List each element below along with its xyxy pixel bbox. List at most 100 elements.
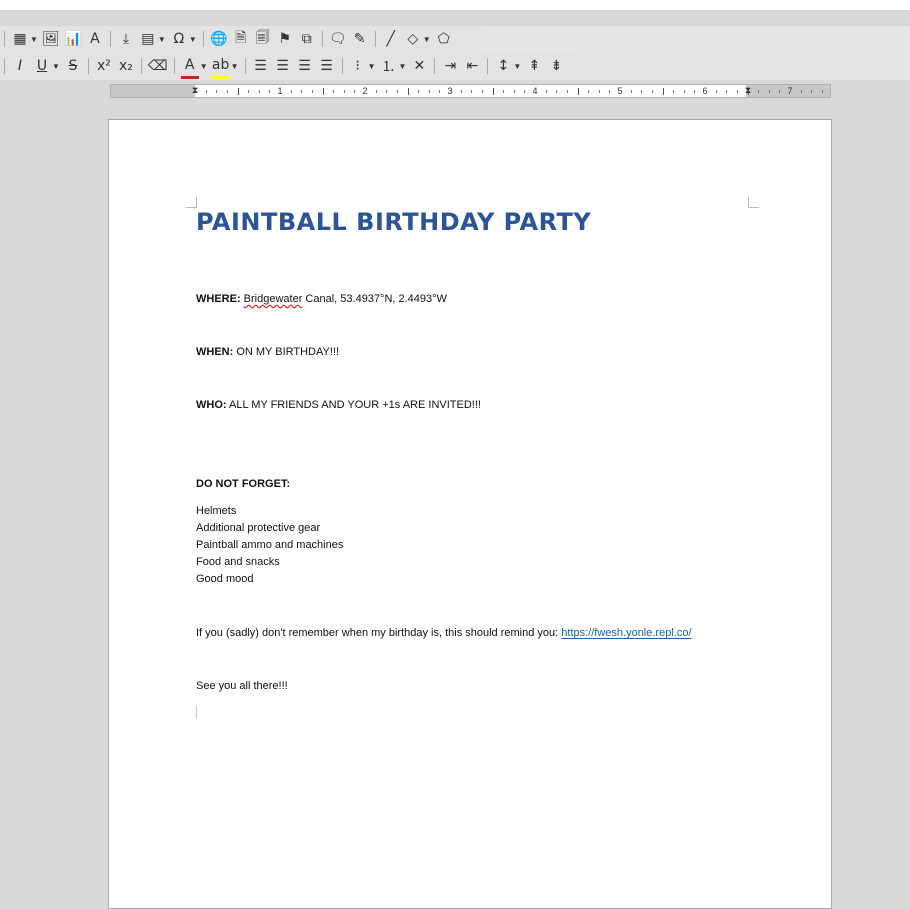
italic-icon[interactable]: I bbox=[11, 55, 29, 77]
ruler-number: 7 bbox=[787, 86, 793, 96]
text-cursor bbox=[196, 706, 197, 719]
indent-marker-left-icon[interactable]: ⧗ bbox=[192, 85, 198, 96]
ruler-tick bbox=[311, 90, 313, 93]
toolbar-separator bbox=[244, 58, 246, 74]
birthday-link[interactable]: https://fwesh.yonle.repl.co/ bbox=[561, 627, 691, 639]
increase-indent-icon[interactable]: ⇥ bbox=[441, 55, 459, 77]
closing-line: See you all there!!! bbox=[196, 680, 288, 692]
list-item: Additional protective gear bbox=[196, 522, 321, 534]
toolbar-separator bbox=[173, 58, 175, 74]
ruler-number: 2 bbox=[362, 86, 368, 96]
ruler-tick bbox=[577, 88, 579, 95]
ruler-tick bbox=[566, 90, 568, 93]
dropdown-arrow-icon[interactable]: ▼ bbox=[513, 62, 521, 71]
justify-icon[interactable]: ☰ bbox=[318, 55, 336, 77]
special-character-icon[interactable]: Ω bbox=[170, 28, 188, 50]
superscript-icon[interactable]: x² bbox=[95, 55, 113, 77]
ruler-tick bbox=[248, 90, 250, 93]
dropdown-arrow-icon[interactable]: ▼ bbox=[423, 35, 431, 44]
basic-shapes-icon[interactable]: ◇ bbox=[404, 28, 422, 50]
dropdown-arrow-icon[interactable]: ▼ bbox=[52, 62, 60, 71]
horizontal-ruler[interactable]: 1 2 3 4 5 6 7 ⧗ ⧗ bbox=[110, 84, 831, 98]
insert-image-icon[interactable]: 🖼 bbox=[42, 28, 60, 50]
ruler-number: 6 bbox=[702, 86, 708, 96]
draw-functions-icon[interactable]: ⬠ bbox=[435, 28, 453, 50]
ruler-tick bbox=[683, 90, 685, 93]
ruler-tick bbox=[333, 90, 335, 93]
footnote-icon[interactable]: 🗎 bbox=[232, 28, 250, 50]
dropdown-arrow-icon[interactable]: ▼ bbox=[158, 35, 166, 44]
insert-table-icon[interactable]: ▦ bbox=[11, 28, 29, 50]
dropdown-arrow-icon[interactable]: ▼ bbox=[30, 35, 38, 44]
dropdown-arrow-icon[interactable]: ▼ bbox=[189, 35, 197, 44]
decrease-indent-icon[interactable]: ⇤ bbox=[463, 55, 481, 77]
forget-heading: DO NOT FORGET: bbox=[196, 478, 290, 490]
ruler-tick bbox=[598, 90, 600, 93]
ruler-tick bbox=[821, 90, 823, 93]
ruler-tick bbox=[269, 90, 271, 93]
ruler-tick bbox=[758, 90, 760, 93]
text-boundary-corner-left bbox=[186, 197, 197, 208]
ruler-tick bbox=[301, 90, 303, 93]
align-left-icon[interactable]: ☰ bbox=[252, 55, 270, 77]
ruler-tick bbox=[290, 90, 292, 93]
toolbar-separator bbox=[321, 31, 323, 47]
ruler-tick bbox=[630, 90, 632, 93]
ruler-tick bbox=[662, 88, 664, 95]
list-item: Good mood bbox=[196, 573, 254, 585]
underline-icon[interactable]: U bbox=[33, 55, 51, 77]
where-location-rest: Canal, 53.4937°N, 2.4493°W bbox=[302, 293, 447, 305]
who-value: ALL MY FRIENDS AND YOUR +1s ARE INVITED!… bbox=[226, 399, 481, 411]
track-changes-icon[interactable]: ✎ bbox=[351, 28, 369, 50]
ruler-tick bbox=[418, 90, 420, 93]
insert-field-icon[interactable]: ▤ bbox=[139, 28, 157, 50]
dropdown-arrow-icon[interactable]: ▼ bbox=[398, 62, 406, 71]
indent-marker-right-icon[interactable]: ⧗ bbox=[745, 85, 751, 96]
ruler-tick bbox=[768, 90, 770, 93]
ruler-tick bbox=[811, 90, 813, 93]
dropdown-arrow-icon[interactable]: ▼ bbox=[368, 62, 376, 71]
document-page[interactable]: PAINTBALL BIRTHDAY PARTY WHERE: Bridgewa… bbox=[108, 119, 832, 909]
align-right-icon[interactable]: ☰ bbox=[296, 55, 314, 77]
hyperlink-icon[interactable]: 🌐 bbox=[210, 28, 228, 50]
paragraph-spacing-increase-icon[interactable]: ⇞ bbox=[525, 55, 543, 77]
ruler-tick bbox=[726, 90, 728, 93]
strikethrough-icon[interactable]: S bbox=[64, 55, 82, 77]
dropdown-arrow-icon[interactable]: ▼ bbox=[231, 62, 239, 71]
ruler-tick bbox=[800, 90, 802, 93]
subscript-icon[interactable]: x₂ bbox=[117, 55, 135, 77]
comment-icon[interactable]: 🗨 bbox=[329, 28, 347, 50]
endnote-icon[interactable]: 🗐 bbox=[254, 28, 272, 50]
ruler-tick bbox=[694, 90, 696, 93]
unordered-list-icon[interactable]: ⁝ bbox=[349, 55, 367, 77]
when-line: WHEN: ON MY BIRTHDAY!!! bbox=[196, 346, 339, 358]
ordered-list-icon[interactable]: ⒈ bbox=[379, 55, 397, 77]
insert-chart-icon[interactable]: 📊 bbox=[64, 28, 82, 50]
highlight-color-icon[interactable]: ab bbox=[211, 54, 230, 79]
paragraph-spacing-decrease-icon[interactable]: ⇟ bbox=[547, 55, 565, 77]
when-label: WHEN: bbox=[196, 346, 234, 358]
ruler-tick bbox=[779, 90, 781, 93]
ruler-tick bbox=[226, 90, 228, 93]
ruler-tick bbox=[651, 90, 653, 93]
insert-textbox-icon[interactable]: A bbox=[86, 28, 104, 50]
list-item: Food and snacks bbox=[196, 556, 280, 568]
line-spacing-icon[interactable]: ↕ bbox=[494, 55, 512, 77]
align-center-icon[interactable]: ☰ bbox=[274, 55, 292, 77]
ruler-tick bbox=[513, 90, 515, 93]
no-list-icon[interactable]: ✕ bbox=[410, 55, 428, 77]
ruler-tick bbox=[375, 90, 377, 93]
ruler-tick bbox=[216, 90, 218, 93]
ruler-number: 1 bbox=[277, 86, 283, 96]
bookmark-icon[interactable]: ⚑ bbox=[276, 28, 294, 50]
clear-formatting-icon[interactable]: ⌫ bbox=[148, 55, 168, 77]
line-icon[interactable]: ╱ bbox=[382, 28, 400, 50]
ruler-tick bbox=[609, 90, 611, 93]
font-color-icon[interactable]: A bbox=[180, 54, 199, 79]
dropdown-arrow-icon[interactable]: ▼ bbox=[200, 62, 208, 71]
toolbar-separator bbox=[374, 31, 376, 47]
ruler-tick bbox=[736, 90, 738, 93]
cross-reference-icon[interactable]: ⧉ bbox=[298, 28, 316, 50]
page-break-icon[interactable]: ⤓ bbox=[117, 28, 135, 50]
ruler-tick bbox=[481, 90, 483, 93]
